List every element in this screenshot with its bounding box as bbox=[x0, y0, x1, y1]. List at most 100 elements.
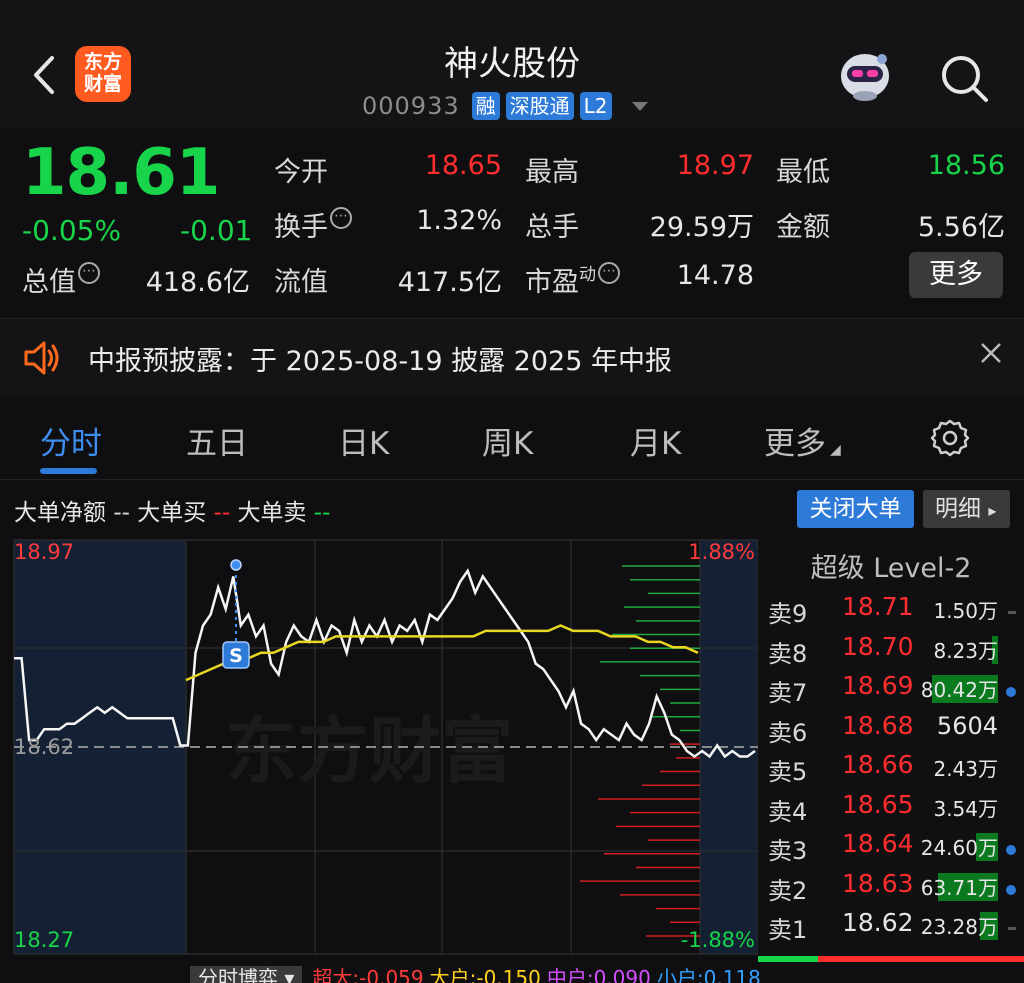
pe-dynamic-mark: 动 bbox=[579, 265, 596, 285]
order-book-volume: 2.43万 bbox=[933, 757, 998, 781]
order-book-row[interactable]: 卖5 18.66 2.43万 bbox=[758, 750, 1024, 790]
sell-signal-label: S bbox=[229, 645, 243, 667]
game-stat-item: 超大:-0.059 bbox=[312, 966, 424, 983]
more-stats-button[interactable]: 更多 bbox=[909, 252, 1003, 298]
order-book-level-label: 卖8 bbox=[768, 639, 808, 668]
big-order-legend: 大单净额 -- 大单买 -- 大单卖 -- bbox=[14, 493, 330, 527]
order-book-divider bbox=[758, 956, 1024, 962]
top-bar: 东方 财富 神火股份 000933 融 深股通 L2 bbox=[0, 0, 1024, 128]
order-book: 超级 Level-2 卖9 18.71 1.50万 卖8 18.70 8.23万 卖7 18.… bbox=[758, 536, 1024, 983]
order-change-dot-icon bbox=[1006, 687, 1016, 697]
order-book-row[interactable]: 卖6 18.68 5604 bbox=[758, 711, 1024, 751]
detail-button[interactable]: 明细 ▸ bbox=[923, 490, 1010, 528]
stock-code: 000933 bbox=[362, 92, 460, 120]
last-price: 18.61 bbox=[22, 136, 220, 210]
pct-axis-high: 1.88% bbox=[688, 540, 755, 564]
order-book-level-label: 卖7 bbox=[768, 679, 808, 707]
order-book-level-label: 卖3 bbox=[768, 837, 808, 865]
stock-code-row[interactable]: 000933 融 深股通 L2 bbox=[362, 90, 648, 122]
order-change-dot-icon bbox=[1006, 845, 1016, 855]
tab-daily-k[interactable]: 日K bbox=[338, 418, 389, 463]
pct-axis-low: -1.88% bbox=[681, 928, 755, 952]
assistant-robot-icon[interactable] bbox=[836, 50, 894, 102]
order-book-level-label: 卖1 bbox=[768, 916, 808, 944]
order-book-divider-buy bbox=[758, 956, 818, 962]
price-axis-low: 18.27 bbox=[14, 928, 74, 952]
volume-value: 29.59万 bbox=[649, 212, 754, 243]
tab-weekly-k[interactable]: 周K bbox=[482, 418, 533, 463]
change-percent: -0.05% bbox=[22, 214, 122, 247]
chevron-down-icon[interactable] bbox=[631, 101, 648, 111]
info-icon[interactable]: ⋯ bbox=[598, 262, 620, 284]
pe-label[interactable]: 市盈动 ⋯ bbox=[525, 260, 620, 299]
pe-label-text: 市盈 bbox=[525, 267, 579, 298]
dropdown-corner-icon: ◢ bbox=[830, 442, 841, 458]
tag-level2: L2 bbox=[579, 92, 612, 120]
speaker-icon bbox=[24, 341, 59, 375]
order-book-price: 18.65 bbox=[842, 789, 914, 819]
market-cap-label[interactable]: 总值 ⋯ bbox=[22, 260, 100, 299]
order-book-level-label: 卖9 bbox=[768, 600, 808, 628]
float-cap-value: 417.5亿 bbox=[397, 267, 502, 298]
legend-net-marker: -- bbox=[113, 500, 130, 526]
tab-five-day[interactable]: 五日 bbox=[186, 418, 248, 463]
tab-more[interactable]: 更多 ◢ bbox=[764, 418, 841, 463]
order-book-price: 18.62 bbox=[842, 908, 914, 937]
order-book-row[interactable]: 卖1 18.62 23.28万 bbox=[758, 908, 1024, 948]
chevron-right-icon: ▸ bbox=[988, 501, 997, 520]
turnover-label[interactable]: 换手 ⋯ bbox=[274, 205, 352, 244]
legend-sell-label: 大单卖 bbox=[237, 500, 307, 526]
close-big-order-button[interactable]: 关闭大单 bbox=[797, 490, 914, 528]
high-label: 最高 bbox=[525, 157, 579, 188]
legend-buy-label: 大单买 bbox=[137, 500, 207, 526]
notice-banner[interactable]: 中报预披露：于 2025-08-19 披露 2025 年中报 bbox=[0, 318, 1024, 396]
volume-label: 总手 bbox=[525, 212, 579, 243]
low-value: 18.56 bbox=[927, 150, 1005, 181]
order-book-row[interactable]: 卖7 18.69 80.42万 bbox=[758, 671, 1024, 711]
intraday-game-dropdown[interactable]: 分时博弈 ▾ bbox=[190, 966, 303, 983]
order-book-volume: 5604 bbox=[936, 711, 998, 740]
legend-sell-marker: -- bbox=[313, 500, 331, 526]
order-book-volume: 3.54万 bbox=[933, 796, 998, 821]
tab-monthly-k[interactable]: 月K bbox=[630, 418, 681, 463]
tag-margin: 融 bbox=[471, 92, 500, 120]
settings-gear-icon[interactable] bbox=[930, 418, 970, 458]
low-label: 最低 bbox=[776, 157, 830, 188]
pe-value: 14.78 bbox=[676, 260, 754, 291]
order-book-row[interactable]: 卖8 18.70 8.23万 bbox=[758, 631, 1024, 672]
legend-net-label: 大单净额 bbox=[14, 500, 106, 526]
market-cap-label-text: 总值 bbox=[22, 267, 76, 298]
intraday-game-bar[interactable]: 分时博弈 ▾ 超大:-0.059 大户:-0.150 中户:0.090 小户:0.118 bbox=[190, 962, 760, 983]
tab-intraday[interactable]: 分时 bbox=[40, 418, 102, 463]
search-icon[interactable] bbox=[938, 52, 990, 104]
price-axis-ref: 18.62 bbox=[14, 735, 74, 759]
game-stat-item: 小户:0.118 bbox=[656, 966, 760, 983]
watermark: 东方财富 bbox=[225, 709, 513, 793]
order-book-row[interactable]: 卖4 18.65 3.54万 bbox=[758, 789, 1024, 830]
peak-marker-dot bbox=[230, 559, 242, 571]
order-book-level-label: 卖2 bbox=[768, 876, 808, 905]
order-book-level-label: 卖5 bbox=[768, 758, 808, 786]
order-book-row[interactable]: 卖9 18.71 1.50万 bbox=[758, 592, 1024, 632]
close-icon[interactable] bbox=[978, 340, 1004, 366]
order-book-price: 18.70 bbox=[842, 631, 914, 661]
change-amount: -0.01 bbox=[180, 214, 253, 247]
info-icon[interactable]: ⋯ bbox=[78, 262, 100, 284]
order-book-level-label: 卖4 bbox=[768, 797, 808, 826]
info-icon[interactable]: ⋯ bbox=[330, 207, 352, 229]
open-label: 今开 bbox=[274, 157, 328, 188]
turnover-value: 1.32% bbox=[416, 205, 502, 236]
big-order-ladder bbox=[580, 565, 700, 937]
order-change-dash-icon bbox=[1008, 927, 1016, 930]
order-book-price: 18.64 bbox=[842, 829, 914, 858]
order-book-row[interactable]: 卖3 18.64 24.60万 bbox=[758, 829, 1024, 869]
order-book-price: 18.71 bbox=[842, 592, 914, 621]
intraday-chart[interactable]: 东方财富 S 18.97 18.62 18.27 1.88% -1.88% bbox=[0, 536, 760, 983]
legend-buy-marker: -- bbox=[213, 500, 231, 526]
order-book-row[interactable]: 卖2 18.63 63.71万 bbox=[758, 869, 1024, 909]
chart-tabs: 分时 五日 日K 周K 月K 更多 ◢ bbox=[0, 398, 1024, 480]
order-book-price: 18.69 bbox=[842, 671, 914, 700]
market-cap-value: 418.6亿 bbox=[145, 267, 250, 298]
float-cap-label: 流值 bbox=[274, 267, 328, 298]
game-stat-item: 大户:-0.150 bbox=[429, 966, 541, 983]
